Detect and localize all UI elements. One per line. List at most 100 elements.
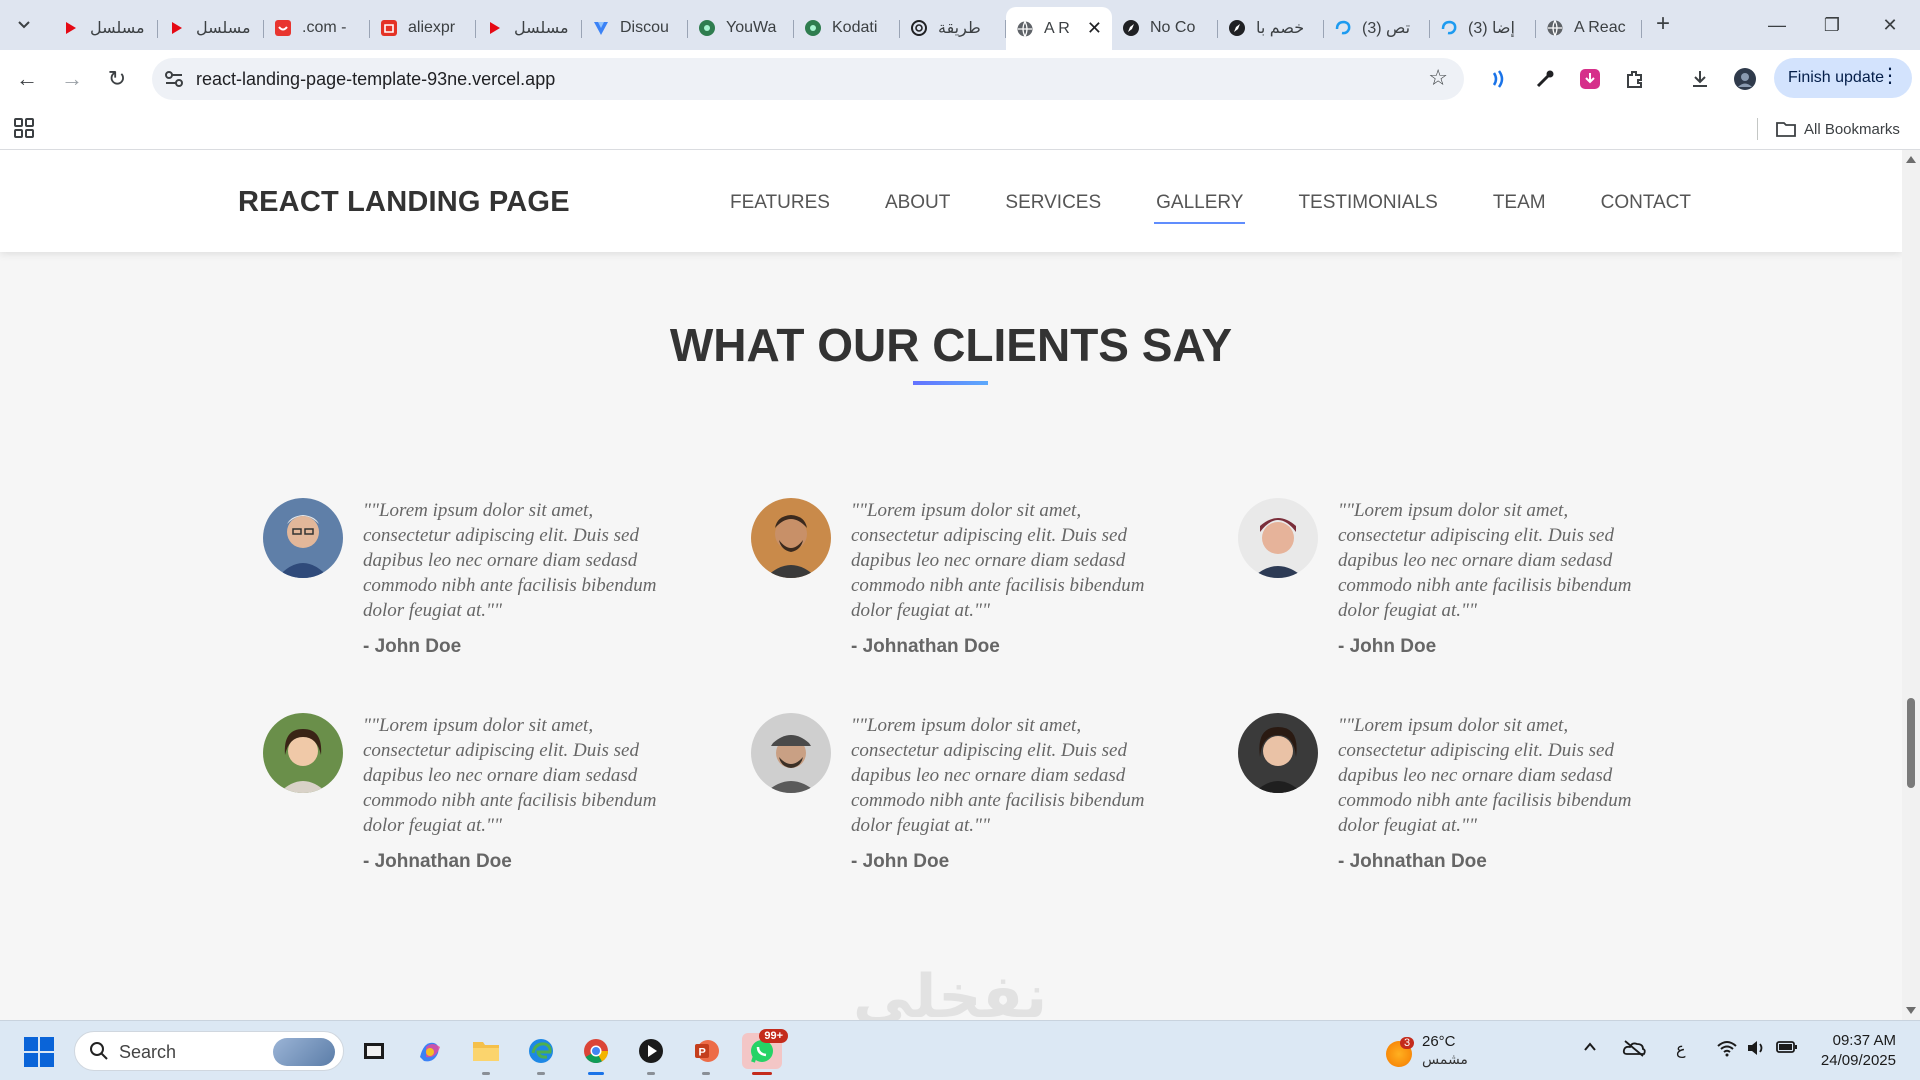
browser-tab[interactable]: خصم با [1218, 9, 1324, 47]
testimonial-card: ""Lorem ipsum dolor sit amet, consectetu… [751, 713, 1171, 893]
testimonial-quote: ""Lorem ipsum dolor sit amet, consectetu… [851, 500, 1145, 621]
restore-button[interactable]: ❐ [1818, 12, 1846, 38]
browser-tab[interactable]: مسلسل [158, 9, 264, 47]
nav-link-services[interactable]: SERVICES [1005, 192, 1101, 214]
section-title: WHAT OUR CLIENTS SAY [669, 319, 1233, 371]
keyboard-language[interactable]: ع [1676, 1039, 1686, 1059]
back-button[interactable]: ← [12, 64, 42, 94]
eyedropper-icon[interactable] [1533, 67, 1557, 91]
close-window-button[interactable]: ✕ [1876, 12, 1904, 38]
extensions-puzzle-icon[interactable] [1623, 67, 1647, 91]
page-scrollbar[interactable] [1902, 150, 1920, 1020]
media-player-icon [639, 1039, 663, 1063]
taskbar-whatsapp[interactable]: 99+ [742, 1029, 788, 1075]
taskbar-task-view[interactable] [354, 1033, 394, 1069]
bookmark-star-icon[interactable]: ☆ [1428, 65, 1448, 91]
site-brand[interactable]: REACT LANDING PAGE [238, 186, 570, 219]
svg-text:P: P [699, 1047, 706, 1059]
volume-icon[interactable] [1746, 1039, 1766, 1062]
battery-icon[interactable] [1776, 1039, 1798, 1060]
finish-update-button[interactable]: Finish update ⋮ [1774, 58, 1912, 98]
browser-tab[interactable]: طريقة [900, 9, 1006, 47]
browser-tab[interactable]: (3) تص [1324, 9, 1430, 47]
browser-tab[interactable]: مسلسل [52, 9, 158, 47]
taskbar-copilot[interactable] [410, 1033, 450, 1069]
taskbar-chrome[interactable] [576, 1033, 616, 1075]
profile-avatar-icon[interactable] [1733, 67, 1757, 91]
taskbar-powerpoint[interactable]: P [686, 1033, 726, 1075]
tab-title: خصم با [1256, 20, 1305, 37]
browser-tab[interactable]: aliexpr [370, 9, 476, 47]
scroll-up-arrow-icon[interactable] [1906, 156, 1916, 163]
browser-tab[interactable]: Discou [582, 9, 688, 47]
download-icon[interactable] [1688, 67, 1712, 91]
bookmarks-bar: All Bookmarks [0, 108, 1920, 150]
browser-tab[interactable]: A Reac [1536, 9, 1642, 47]
tab-title: YouWa [726, 19, 777, 36]
nav-link-testimonials[interactable]: TESTIMONIALS [1298, 192, 1437, 214]
tab-title: مسلسل [514, 20, 569, 37]
apps-grid-icon[interactable] [14, 118, 34, 138]
minimize-button[interactable]: — [1763, 12, 1791, 38]
wifi-icon[interactable] [1716, 1039, 1738, 1062]
tab-title: مسلسل [196, 20, 251, 37]
taskbar-file-explorer[interactable] [466, 1033, 506, 1075]
page-viewport: REACT LANDING PAGE FEATURES ABOUT SERVICES… [0, 150, 1920, 1020]
browser-tab[interactable]: YouWa [688, 9, 794, 47]
nav-link-about[interactable]: ABOUT [885, 192, 950, 214]
windows-start-icon[interactable] [24, 1037, 54, 1067]
onedrive-offline-icon[interactable] [1622, 1039, 1646, 1062]
client-avatar [751, 498, 831, 578]
client-avatar [1238, 713, 1318, 793]
testimonial-author: - John Doe [1338, 636, 1437, 657]
all-bookmarks-button[interactable]: All Bookmarks [1776, 116, 1900, 142]
globe-icon [1546, 19, 1564, 37]
blue-swirl-icon [1440, 19, 1458, 37]
scroll-down-arrow-icon[interactable] [1906, 1007, 1916, 1014]
taskbar-clock[interactable]: 09:37 AM 24/09/2025 [1806, 1031, 1896, 1071]
extension-wave-icon[interactable] [1488, 67, 1512, 91]
browser-tab[interactable]: Kodati [794, 9, 900, 47]
tab-title: طريقة [938, 20, 981, 37]
testimonial-quote: ""Lorem ipsum dolor sit amet, consectetu… [363, 715, 657, 836]
tab-search-button[interactable] [8, 10, 40, 40]
folder-icon [473, 1042, 499, 1061]
chevron-down-icon [18, 21, 30, 29]
whatsapp-unread-badge: 99+ [759, 1029, 788, 1043]
scroll-thumb[interactable] [1907, 698, 1915, 788]
red-play-icon [486, 19, 504, 37]
url-text[interactable]: react-landing-page-template-93ne.vercel.… [196, 69, 555, 90]
reload-button[interactable]: ↻ [102, 64, 132, 94]
taskbar-media-player[interactable] [631, 1033, 671, 1075]
browser-tab[interactable]: مسلسل [476, 9, 582, 47]
tab-active[interactable]: A R ✕ [1006, 7, 1112, 50]
taskbar-edge[interactable] [521, 1033, 561, 1075]
red-play-icon [62, 19, 80, 37]
client-avatar [263, 713, 343, 793]
nav-link-features[interactable]: FEATURES [730, 192, 830, 214]
discourse-icon [592, 19, 610, 37]
more-options-icon: ⋮ [1880, 65, 1900, 87]
download-manager-extension-icon[interactable] [1578, 67, 1602, 91]
new-tab-button[interactable]: + [1652, 12, 1674, 36]
green-hex-icon [804, 19, 822, 37]
weather-widget[interactable]: 3 26°C مشمس [1384, 1031, 1504, 1071]
testimonial-author: - John Doe [363, 636, 462, 657]
nav-link-team[interactable]: TEAM [1493, 192, 1546, 214]
site-info-icon[interactable] [162, 67, 186, 91]
tray-overflow-chevron-icon[interactable] [1582, 1039, 1598, 1060]
testimonial-quote: ""Lorem ipsum dolor sit amet, consectetu… [851, 715, 1145, 836]
testimonial-quote: ""Lorem ipsum dolor sit amet, consectetu… [363, 500, 657, 621]
nav-link-contact[interactable]: CONTACT [1601, 192, 1691, 214]
tab-title: No Co [1150, 19, 1196, 36]
forward-button[interactable]: → [57, 64, 87, 94]
browser-tab[interactable]: No Co [1112, 9, 1218, 47]
openai-icon [910, 19, 928, 37]
browser-tab[interactable]: (3) إضا [1430, 9, 1536, 47]
testimonial-author: - Johnathan Doe [851, 636, 1000, 657]
browser-tab[interactable]: .com - [264, 9, 370, 47]
nav-link-gallery[interactable]: GALLERY [1154, 192, 1246, 224]
close-tab-icon[interactable]: ✕ [1087, 18, 1102, 39]
taskbar-search[interactable]: Search [74, 1031, 344, 1071]
address-bar[interactable]: react-landing-page-template-93ne.vercel.… [152, 58, 1464, 100]
